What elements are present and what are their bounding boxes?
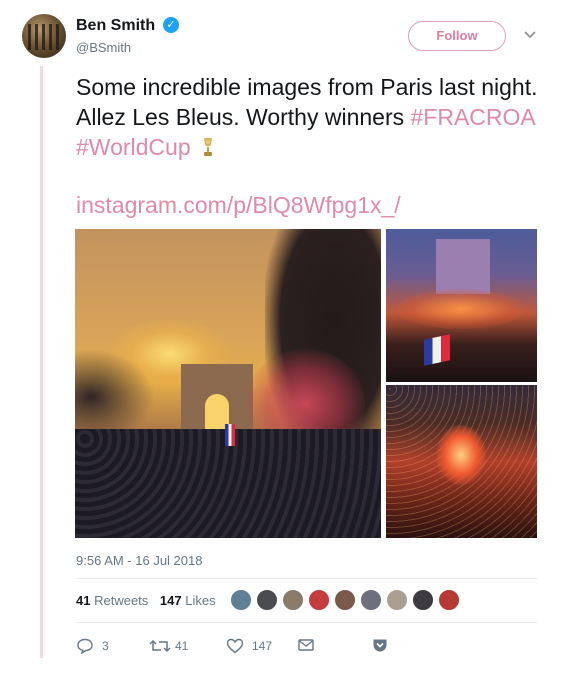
retweets-count[interactable]: 41 [76, 593, 90, 608]
retweet-button[interactable]: 41 [149, 636, 199, 656]
like-button[interactable]: 147 [226, 636, 281, 656]
liker-avatar[interactable] [359, 588, 383, 612]
engagement-stats: 41 Retweets 147 Likes [76, 593, 216, 608]
direct-message-button[interactable] [298, 636, 318, 656]
liker-avatar[interactable] [307, 588, 331, 612]
tweet-link[interactable]: instagram.com/p/BlQ8Wfpg1x_/ [76, 192, 401, 219]
tweet-actions: 3 41 147 [76, 636, 406, 656]
hashtag-fracroa[interactable]: #FRACROA [411, 104, 535, 130]
like-count: 147 [252, 639, 273, 653]
envelope-icon [298, 639, 314, 651]
verified-badge-icon: ✓ [163, 17, 179, 33]
tweet-timestamp[interactable]: 9:56 AM - 16 Jul 2018 [76, 553, 202, 568]
liker-avatar[interactable] [229, 588, 253, 612]
retweet-count: 41 [175, 639, 189, 653]
author-handle[interactable]: @BSmith [76, 40, 131, 55]
liker-avatar[interactable] [255, 588, 279, 612]
hashtag-worldcup[interactable]: #WorldCup [76, 134, 191, 160]
divider [76, 578, 537, 579]
reply-icon [77, 638, 93, 654]
liker-avatar[interactable] [437, 588, 461, 612]
save-button[interactable] [372, 636, 392, 656]
thread-rule [40, 66, 43, 658]
likes-label[interactable]: Likes [185, 593, 215, 608]
reply-button[interactable]: 3 [76, 636, 116, 656]
chevron-down-icon[interactable] [522, 27, 538, 43]
author-name[interactable]: Ben Smith [76, 17, 155, 35]
pocket-icon [373, 639, 387, 652]
liker-avatar[interactable] [281, 588, 305, 612]
photo-arc-de-triomphe-sunset[interactable] [75, 229, 381, 538]
liker-avatar[interactable] [385, 588, 409, 612]
author-avatar[interactable] [22, 14, 66, 58]
media-grid [75, 229, 537, 538]
likes-count[interactable]: 147 [160, 593, 182, 608]
follow-button[interactable]: Follow [408, 21, 506, 51]
liker-avatar[interactable] [333, 588, 357, 612]
reply-count: 3 [102, 639, 109, 653]
liker-avatar[interactable] [411, 588, 435, 612]
trophy-icon [201, 135, 215, 157]
retweet-icon [149, 639, 171, 653]
divider [76, 622, 537, 623]
tweet-text: Some incredible images from Paris last n… [76, 72, 546, 162]
photo-crowd-flares[interactable] [386, 385, 537, 538]
heart-icon [226, 638, 244, 654]
retweets-label[interactable]: Retweets [94, 593, 148, 608]
photo-arch-celebration[interactable] [386, 229, 537, 382]
